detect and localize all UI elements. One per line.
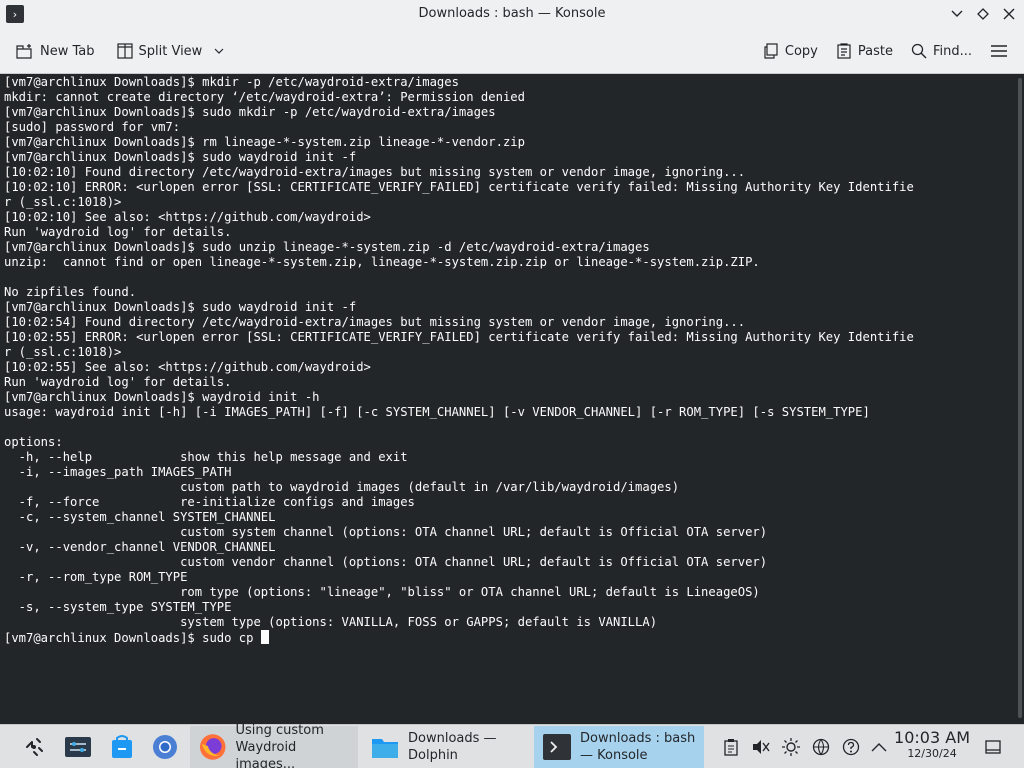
konsole-icon	[543, 734, 571, 760]
terminal-line: [10:02:54] Found directory /etc/waydroid…	[4, 315, 746, 329]
terminal-line: -h, --help show this help message and ex…	[4, 450, 408, 464]
application-launcher-icon[interactable]	[20, 725, 48, 768]
clock-date: 12/30/24	[907, 747, 957, 760]
terminal-line: custom vendor channel (options: OTA chan…	[4, 555, 768, 569]
terminal-line: [10:02:55] ERROR: <urlopen error [SSL: C…	[4, 330, 914, 344]
paste-button[interactable]: Paste	[828, 35, 901, 67]
terminal-line: [10:02:10] Found directory /etc/waydroid…	[4, 165, 746, 179]
close-icon[interactable]	[1002, 4, 1016, 24]
clipboard-icon[interactable]	[720, 725, 742, 768]
terminal-line: [vm7@archlinux Downloads]$ waydroid init…	[4, 390, 320, 404]
task-firefox[interactable]: Using custom Waydroid images...	[190, 723, 358, 768]
copy-icon	[764, 43, 778, 59]
konsole-toolbar: New Tab Split View Copy Paste Find...	[0, 28, 1024, 74]
show-desktop-icon[interactable]	[982, 725, 1004, 768]
task-dolphin[interactable]: Downloads — Dolphin	[362, 726, 530, 768]
volume-muted-icon[interactable]	[750, 725, 772, 768]
copy-label: Copy	[784, 43, 818, 59]
find-label: Find...	[932, 43, 972, 59]
terminal-line: -s, --system_type SYSTEM_TYPE	[4, 600, 232, 614]
terminal-line: [10:02:10] ERROR: <urlopen error [SSL: C…	[4, 180, 914, 194]
brightness-icon[interactable]	[780, 725, 802, 768]
task-dolphin-label: Downloads — Dolphin	[408, 731, 497, 763]
hamburger-menu-button[interactable]	[982, 35, 1016, 67]
system-settings-icon[interactable]	[62, 725, 94, 768]
minimize-icon[interactable]	[950, 4, 964, 24]
terminal-line: -r, --rom_type ROM_TYPE	[4, 570, 188, 584]
task-konsole[interactable]: Downloads : bash — Konsole	[534, 726, 704, 768]
terminal-line: custom system channel (options: OTA chan…	[4, 525, 768, 539]
terminal-line: [vm7@archlinux Downloads]$ sudo waydroid…	[4, 150, 357, 164]
terminal-line: [sudo] password for vm7:	[4, 120, 181, 134]
discover-store-icon[interactable]	[106, 725, 138, 768]
network-icon[interactable]	[810, 725, 832, 768]
clock-time: 10:03 AM	[894, 728, 970, 747]
terminal-line: -f, --force re-initialize configs and im…	[4, 495, 415, 509]
terminal-line: [vm7@archlinux Downloads]$ rm lineage-*-…	[4, 135, 525, 149]
search-icon	[911, 43, 927, 59]
text-cursor	[260, 630, 269, 644]
new-tab-icon	[16, 44, 32, 59]
new-tab-label: New Tab	[40, 43, 95, 59]
window-controls	[950, 4, 1016, 24]
terminal-line: unzip: cannot find or open lineage-*-sys…	[4, 255, 760, 269]
terminal-line: [vm7@archlinux Downloads]$ sudo unzip li…	[4, 240, 650, 254]
taskbar: Using custom Waydroid images... Download…	[0, 723, 1024, 768]
terminal-line: [10:02:10] See also: <https://github.com…	[4, 210, 371, 224]
folder-icon	[372, 739, 398, 758]
terminal-prompt-text: [vm7@archlinux Downloads]$ sudo cp	[4, 631, 261, 645]
find-button[interactable]: Find...	[903, 35, 980, 67]
terminal-line: options:	[4, 435, 63, 449]
terminal-line: system type (options: VANILLA, FOSS or G…	[4, 615, 658, 629]
chevron-up-icon[interactable]	[868, 725, 890, 768]
terminal-line: No zipfiles found.	[4, 285, 137, 299]
split-view-icon	[116, 43, 133, 59]
paste-icon	[837, 43, 851, 59]
terminal-line: -i, --images_path IMAGES_PATH	[4, 465, 232, 479]
new-tab-button[interactable]: New Tab	[8, 35, 103, 67]
terminal-line: usage: waydroid init [-h] [-i IMAGES_PAT…	[4, 405, 870, 419]
terminal-line: r (_ssl.c:1018)>	[4, 195, 122, 209]
terminal-line: -v, --vendor_channel VENDOR_CHANNEL	[4, 540, 276, 554]
paste-label: Paste	[857, 43, 893, 59]
terminal-view[interactable]: [vm7@archlinux Downloads]$ mkdir -p /etc…	[0, 74, 1024, 724]
task-konsole-label: Downloads : bash — Konsole	[580, 731, 696, 763]
clock[interactable]: 10:03 AM 12/30/24	[894, 729, 970, 761]
terminal-line: [vm7@archlinux Downloads]$ sudo waydroid…	[4, 300, 357, 314]
terminal-output: [vm7@archlinux Downloads]$ mkdir -p /etc…	[4, 75, 914, 645]
terminal-line: Run 'waydroid log' for details.	[4, 375, 232, 389]
task-firefox-label: Using custom Waydroid images...	[235, 722, 324, 768]
terminal-line: [vm7@archlinux Downloads]$ mkdir -p /etc…	[4, 75, 459, 89]
help-icon[interactable]	[840, 725, 862, 768]
split-view-button[interactable]: Split View	[109, 35, 233, 67]
chromium-icon[interactable]	[148, 725, 182, 768]
firefox-icon	[199, 734, 226, 760]
hamburger-menu-icon	[991, 45, 1007, 57]
chevron-down-icon[interactable]	[214, 47, 224, 55]
terminal-line: mkdir: cannot create directory ‘/etc/way…	[4, 90, 525, 104]
terminal-line: -c, --system_channel SYSTEM_CHANNEL	[4, 510, 276, 524]
split-view-label: Split View	[138, 43, 203, 59]
terminal-line: Run 'waydroid log' for details.	[4, 225, 232, 239]
terminal-line: rom type (options: "lineage", "bliss" or…	[4, 585, 760, 599]
maximize-icon[interactable]	[976, 4, 990, 24]
window-titlebar[interactable]: › Downloads : bash — Konsole	[0, 0, 1024, 28]
terminal-scrollbar[interactable]	[1018, 78, 1022, 718]
terminal-prompt-line[interactable]: [vm7@archlinux Downloads]$ sudo cp	[4, 630, 914, 645]
window-title: Downloads : bash — Konsole	[418, 6, 606, 21]
terminal-line: [vm7@archlinux Downloads]$ sudo mkdir -p…	[4, 105, 496, 119]
terminal-line: custom path to waydroid images (default …	[4, 480, 680, 494]
terminal-line: r (_ssl.c:1018)>	[4, 345, 122, 359]
terminal-line: [10:02:55] See also: <https://github.com…	[4, 360, 371, 374]
copy-button[interactable]: Copy	[755, 35, 826, 67]
